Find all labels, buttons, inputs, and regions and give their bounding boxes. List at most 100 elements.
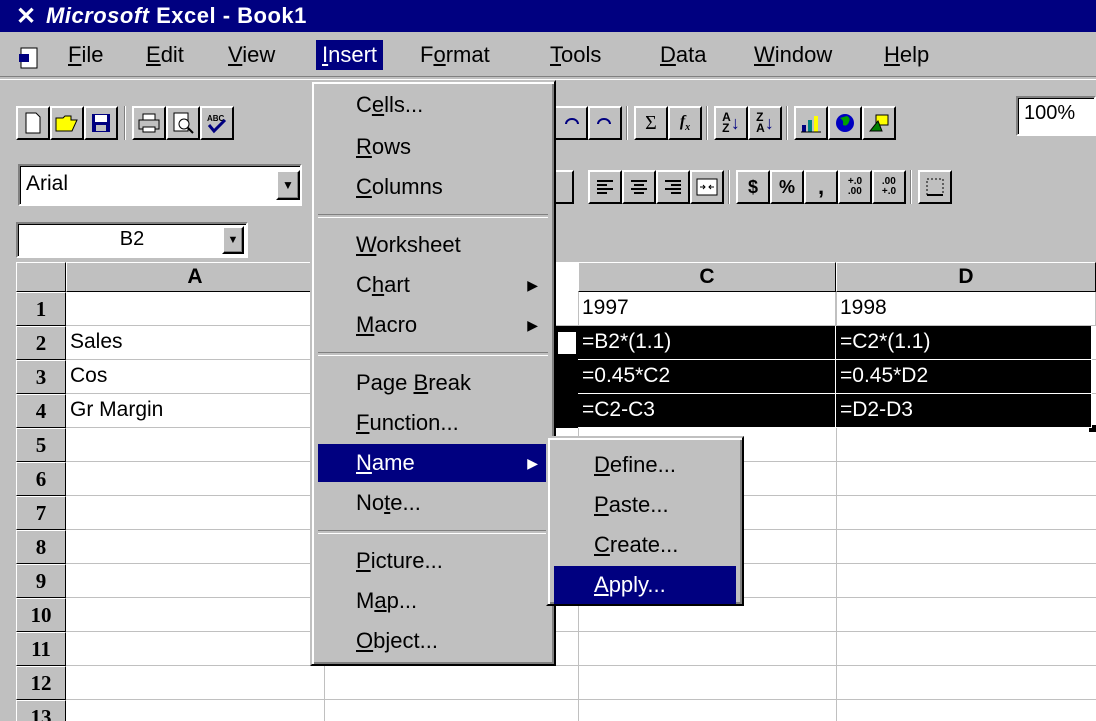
column-header-a[interactable]: A — [66, 262, 324, 292]
row-header[interactable]: 4 — [16, 394, 66, 428]
menu-item-macro[interactable]: Macro ▶ — [318, 306, 548, 344]
toolbar-separator — [706, 106, 708, 140]
menu-insert[interactable]: Insert — [316, 40, 384, 70]
cell-a2[interactable]: Sales — [66, 326, 324, 360]
redo-icon[interactable] — [588, 106, 622, 140]
cell-a4[interactable]: Gr Margin — [66, 394, 324, 428]
print-preview-icon[interactable] — [166, 106, 200, 140]
column-header-c[interactable]: C — [578, 262, 836, 292]
menu-window[interactable]: Window — [748, 40, 838, 70]
align-center-icon[interactable] — [622, 170, 656, 204]
menu-item-columns[interactable]: Columns — [318, 168, 548, 206]
menu-tools[interactable]: Tools — [544, 40, 607, 70]
row-header[interactable]: 1 — [16, 292, 66, 326]
menu-format[interactable]: Format — [414, 40, 496, 70]
menu-help[interactable]: Help — [878, 40, 935, 70]
save-icon[interactable] — [84, 106, 118, 140]
font-dropdown-icon[interactable]: ▼ — [276, 170, 300, 200]
submenu-item-define[interactable]: Define... — [554, 446, 736, 484]
menu-item-page-break[interactable]: Page Break — [318, 364, 548, 402]
function-wizard-icon[interactable]: fx — [668, 106, 702, 140]
underline-icon[interactable] — [554, 170, 574, 204]
menu-item-chart[interactable]: Chart ▶ — [318, 266, 548, 304]
zoom-box[interactable]: 100% — [1016, 96, 1096, 136]
cell-d1[interactable]: 1998 — [836, 292, 1096, 326]
menu-item-name[interactable]: Name ▶ — [318, 444, 548, 482]
row-header[interactable]: 9 — [16, 564, 66, 598]
cell-c4[interactable]: =C2-C3 — [578, 394, 836, 428]
cell-c1[interactable]: 1997 — [578, 292, 836, 326]
increase-decimal-icon[interactable]: +.0.00 — [838, 170, 872, 204]
menu-view[interactable]: View — [222, 40, 281, 70]
menu-item-object[interactable]: Object... — [318, 622, 548, 660]
cell-c2[interactable]: =B2*(1.1) — [578, 326, 836, 360]
chart-wizard-icon[interactable] — [794, 106, 828, 140]
submenu-item-apply[interactable]: Apply... — [554, 566, 736, 604]
menu-item-worksheet[interactable]: Worksheet — [318, 226, 548, 264]
menu-item-picture[interactable]: Picture... — [318, 542, 548, 580]
font-name-box[interactable]: Arial — [18, 164, 302, 206]
undo-icon[interactable] — [554, 106, 588, 140]
new-icon[interactable] — [16, 106, 50, 140]
column-header-d[interactable]: D — [836, 262, 1096, 292]
toolbar-separator — [910, 170, 912, 204]
select-all-corner[interactable] — [16, 262, 66, 292]
submenu-arrow-icon: ▶ — [527, 277, 538, 293]
align-left-icon[interactable] — [588, 170, 622, 204]
menu-edit[interactable]: Edit — [140, 40, 190, 70]
row-header[interactable]: 13 — [16, 700, 66, 721]
percent-icon[interactable]: % — [770, 170, 804, 204]
active-cell-b2[interactable] — [558, 332, 576, 354]
row-header[interactable]: 5 — [16, 428, 66, 462]
sort-descending-icon[interactable]: Z A ↓ — [748, 106, 782, 140]
row-header[interactable]: 12 — [16, 666, 66, 700]
menu-item-function[interactable]: Function... — [318, 404, 548, 442]
row-header[interactable]: 3 — [16, 360, 66, 394]
title-text: Excel - Book1 — [156, 3, 307, 28]
window-title: Microsoft Excel - Book1 — [46, 3, 307, 29]
cell-d2[interactable]: =C2*(1.1) — [836, 326, 1092, 360]
map-icon[interactable] — [828, 106, 862, 140]
row-header[interactable]: 11 — [16, 632, 66, 666]
row-header[interactable]: 10 — [16, 598, 66, 632]
comma-icon[interactable]: , — [804, 170, 838, 204]
toolbar-separator — [124, 106, 126, 140]
spelling-icon[interactable]: ABC — [200, 106, 234, 140]
name-box[interactable]: B2 — [16, 222, 248, 258]
menu-item-cells[interactable]: Cells... — [318, 86, 548, 124]
menu-item-map[interactable]: Map... — [318, 582, 548, 620]
merge-center-icon[interactable] — [690, 170, 724, 204]
align-right-icon[interactable] — [656, 170, 690, 204]
print-icon[interactable] — [132, 106, 166, 140]
submenu-item-paste[interactable]: Paste... — [554, 486, 736, 524]
decrease-decimal-icon[interactable]: .00 +.0 — [872, 170, 906, 204]
open-icon[interactable] — [50, 106, 84, 140]
menu-file[interactable]: File — [62, 40, 109, 70]
font-name-value: Arial — [26, 172, 69, 195]
menu-separator — [318, 214, 548, 218]
toolbar-separator — [728, 170, 730, 204]
autosum-icon[interactable]: Σ — [634, 106, 668, 140]
row-header[interactable]: 6 — [16, 462, 66, 496]
submenu-arrow-icon: ▶ — [527, 317, 538, 333]
menu-item-rows[interactable]: Rows — [318, 128, 548, 166]
document-icon[interactable] — [18, 46, 42, 70]
cell-a3[interactable]: Cos — [66, 360, 324, 394]
name-box-dropdown-icon[interactable]: ▼ — [222, 226, 244, 254]
row-header[interactable]: 2 — [16, 326, 66, 360]
currency-icon[interactable]: $ — [736, 170, 770, 204]
menu-data[interactable]: Data — [654, 40, 712, 70]
sort-ascending-icon[interactable]: A Z ↓ — [714, 106, 748, 140]
row-header[interactable]: 8 — [16, 530, 66, 564]
cell-c3[interactable]: =0.45*C2 — [578, 360, 836, 394]
cell-d4[interactable]: =D2-D3 — [836, 394, 1092, 428]
borders-icon[interactable] — [918, 170, 952, 204]
submenu-item-create[interactable]: Create... — [554, 526, 736, 564]
row-header[interactable]: 7 — [16, 496, 66, 530]
gridline — [66, 665, 1096, 666]
cell-d3[interactable]: =0.45*D2 — [836, 360, 1092, 394]
menu-separator — [318, 352, 548, 356]
drawing-icon[interactable] — [862, 106, 896, 140]
menu-item-note[interactable]: Note... — [318, 484, 548, 522]
menu-separator — [318, 530, 548, 534]
